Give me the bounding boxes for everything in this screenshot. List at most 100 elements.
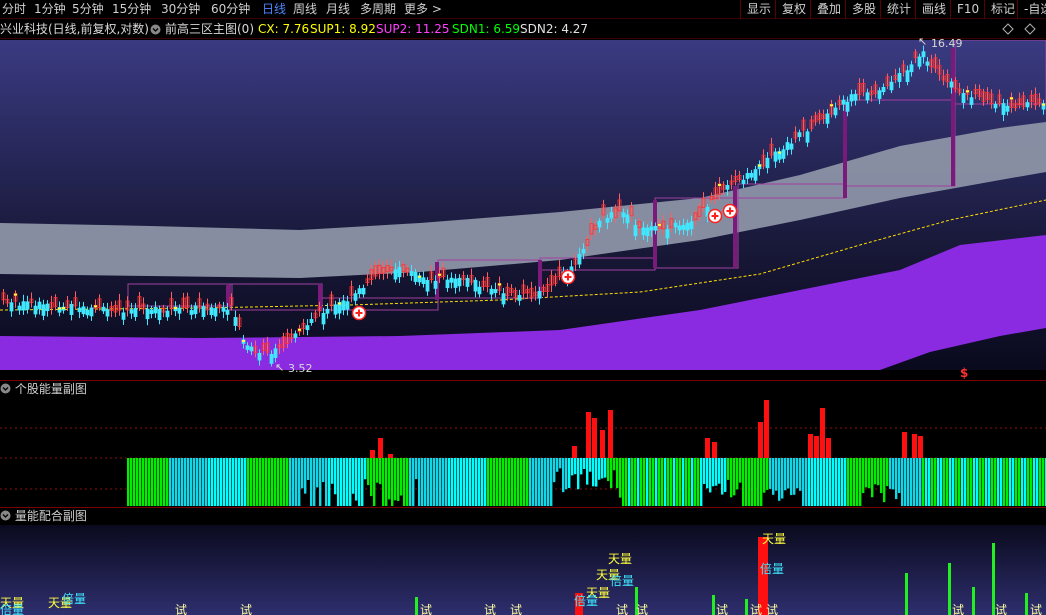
energy-bar	[592, 458, 595, 487]
energy-bar	[202, 458, 205, 506]
candle-mark	[298, 328, 301, 331]
energy-bar	[439, 458, 442, 506]
candle-body	[449, 277, 454, 283]
energy-bar	[460, 458, 463, 506]
candle-body	[77, 307, 82, 313]
energy-up-bar	[820, 408, 825, 458]
high-arrow-icon: ↖	[918, 35, 928, 48]
energy-bar	[991, 458, 994, 506]
energy-bar	[547, 458, 550, 506]
period-tab-multi[interactable]: 多周期	[360, 2, 396, 17]
tian-volume-label: 天量	[762, 532, 786, 546]
mark-button[interactable]: 标记	[984, 0, 1015, 19]
energy-bar	[1021, 458, 1024, 506]
energy-bar	[457, 458, 460, 506]
energy-bar	[262, 458, 265, 506]
energy-bar	[388, 458, 391, 500]
period-tab-30min[interactable]: 30分钟	[161, 2, 200, 17]
energy-bar	[775, 458, 778, 491]
energy-up-bar	[902, 432, 907, 458]
energy-bar	[370, 458, 373, 497]
energy-menu-icon[interactable]	[0, 383, 11, 394]
watchlist-button[interactable]: -自选	[1017, 0, 1046, 19]
energy-bar	[352, 458, 355, 494]
energy-subchart[interactable]	[0, 397, 1046, 507]
candle-body	[341, 300, 346, 311]
candle-mark	[658, 223, 661, 226]
energy-bar	[937, 458, 940, 506]
energy-bar	[454, 458, 457, 506]
period-tab-monthly[interactable]: 月线	[326, 2, 350, 17]
volume-menu-icon[interactable]	[0, 510, 11, 521]
energy-bar	[931, 458, 934, 506]
period-tab-5min[interactable]: 5分钟	[72, 2, 104, 17]
energy-bar	[301, 458, 304, 489]
candle-body	[361, 287, 366, 295]
energy-bar	[169, 458, 172, 506]
energy-bar	[613, 458, 616, 471]
prev-diamond-icon[interactable]	[1002, 23, 1014, 35]
adjust-button[interactable]: 复权	[775, 0, 806, 19]
energy-bar	[766, 458, 769, 490]
energy-bar	[895, 458, 898, 500]
energy-bar	[772, 458, 775, 495]
candle-body	[725, 184, 730, 190]
main-price-chart[interactable]	[0, 40, 1046, 380]
energy-bar	[367, 458, 370, 486]
energy-bar	[967, 458, 970, 506]
candle-body	[425, 279, 430, 292]
energy-bar	[955, 458, 958, 506]
candle-body	[489, 288, 494, 295]
energy-bar	[892, 458, 895, 490]
statistics-button[interactable]: 统计	[880, 0, 911, 19]
candle-body	[577, 253, 582, 265]
sup2-value: SUP2: 11.25	[376, 22, 450, 36]
energy-bar	[379, 458, 382, 485]
energy-bar	[550, 458, 553, 506]
energy-up-bar	[918, 436, 923, 458]
candle-body	[273, 348, 278, 358]
period-tab-60min[interactable]: 60分钟	[211, 2, 250, 17]
energy-up-bar	[758, 422, 763, 458]
energy-bar	[394, 458, 397, 501]
energy-bar	[214, 458, 217, 506]
energy-bar	[979, 458, 982, 506]
display-button[interactable]: 显示	[740, 0, 771, 19]
energy-bar	[763, 458, 766, 493]
period-tab-weekly[interactable]: 周线	[293, 2, 317, 17]
multi-stock-button[interactable]: 多股	[845, 0, 876, 19]
candle-body	[41, 304, 46, 316]
period-tab-intraday[interactable]: 分时	[2, 2, 26, 17]
next-diamond-icon[interactable]	[1024, 23, 1036, 35]
indicator-menu-icon[interactable]	[150, 24, 161, 35]
candle-body	[433, 280, 438, 289]
energy-bar	[823, 458, 826, 506]
energy-bar	[217, 458, 220, 506]
energy-bar	[976, 458, 979, 506]
period-tab-15min[interactable]: 15分钟	[112, 2, 151, 17]
overlay-button[interactable]: 叠加	[810, 0, 841, 19]
energy-bar	[487, 458, 490, 506]
volume-subchart[interactable]: 天量倍量天量天量倍量天量倍量天量倍量 天量倍量试试试试试试试试试试试试试	[0, 525, 1046, 615]
energy-bar	[850, 458, 853, 506]
period-tab-1min[interactable]: 1分钟	[34, 2, 66, 17]
f10-button[interactable]: F10	[950, 0, 979, 19]
indicator-name[interactable]: 前高三区主图(0)	[165, 19, 254, 39]
energy-bar	[703, 458, 706, 485]
period-tab-daily[interactable]: 日线	[262, 2, 286, 17]
energy-bar	[928, 458, 931, 506]
energy-bar	[1027, 458, 1030, 506]
period-tab-more[interactable]: 更多 >	[404, 2, 442, 17]
draw-button[interactable]: 画线	[915, 0, 946, 19]
candle-body	[925, 61, 930, 66]
energy-bar	[889, 458, 892, 489]
energy-up-bar	[826, 438, 831, 458]
energy-bar	[805, 458, 808, 506]
candle-body	[165, 310, 170, 318]
energy-bar	[184, 458, 187, 506]
energy-up-bar	[370, 450, 375, 458]
energy-bar	[790, 458, 793, 496]
candle-mark	[438, 273, 441, 276]
energy-bar	[709, 458, 712, 493]
shi-volume-label: 试	[175, 602, 187, 615]
